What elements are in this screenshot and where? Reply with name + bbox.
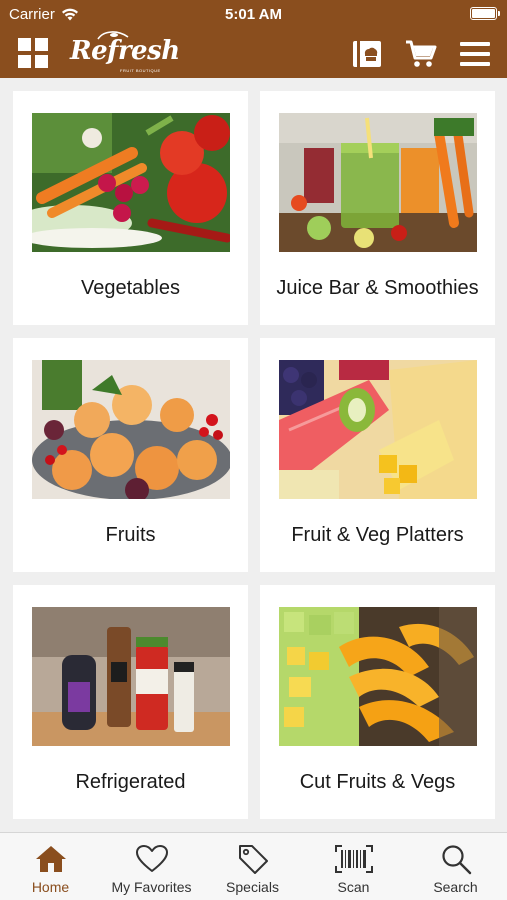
home-icon [35,843,67,875]
category-label: Fruits [105,524,156,546]
menu-icon[interactable] [457,37,493,71]
tab-label: Specials [226,879,279,895]
nav-bar: Refresh FRUIT BOUTIQUE [0,30,507,78]
category-label: Juice Bar & Smoothies [276,277,479,299]
search-icon [440,843,472,875]
platter-photo [279,360,477,499]
tab-scan[interactable]: Scan [303,833,404,900]
category-card-vegetables[interactable]: Vegetables [13,91,248,325]
category-card-refrigerated[interactable]: Refrigerated [13,585,248,819]
refrigerated-photo [32,607,230,746]
category-label: Cut Fruits & Vegs [299,771,456,793]
category-card-platters[interactable]: Fruit & Veg Platters [260,338,495,572]
tab-label: Scan [337,879,370,895]
grid-icon[interactable] [18,38,50,70]
category-label: Refrigerated [75,771,186,793]
category-label: Vegetables [81,277,180,299]
vegetables-photo [32,113,230,252]
tab-specials[interactable]: Specials [202,833,303,900]
tab-label: My Favorites [111,879,192,895]
tab-label: Search [433,879,478,895]
tab-bar: Home My Favorites Specials Scan Search [0,832,507,900]
fruits-photo [32,360,230,499]
barcode-icon [334,843,374,875]
tab-label: Home [31,879,70,895]
catalog-icon[interactable] [349,37,385,71]
heart-icon [135,843,169,875]
tab-favorites[interactable]: My Favorites [101,833,202,900]
logo-subtext: FRUIT BOUTIQUE [120,68,161,73]
status-bar: Carrier 5:01 AM [0,0,507,30]
tab-home[interactable]: Home [0,833,101,900]
juice-photo [279,113,477,252]
tab-search[interactable]: Search [405,833,506,900]
cut-fruit-photo [279,607,477,746]
cart-icon[interactable] [403,37,439,71]
category-card-cut-fruits[interactable]: Cut Fruits & Vegs [260,585,495,819]
tag-icon [237,843,269,875]
refresh-logo: Refresh FRUIT BOUTIQUE [66,30,180,78]
category-grid: Vegetables Juice Bar & Smoothies Fruits … [0,78,507,832]
category-card-fruits[interactable]: Fruits [13,338,248,572]
category-label: Fruit & Veg Platters [291,524,464,546]
category-card-juice-bar[interactable]: Juice Bar & Smoothies [260,91,495,325]
clock: 5:01 AM [225,6,282,23]
battery-icon [470,7,500,20]
logo-text: Refresh [70,36,180,66]
